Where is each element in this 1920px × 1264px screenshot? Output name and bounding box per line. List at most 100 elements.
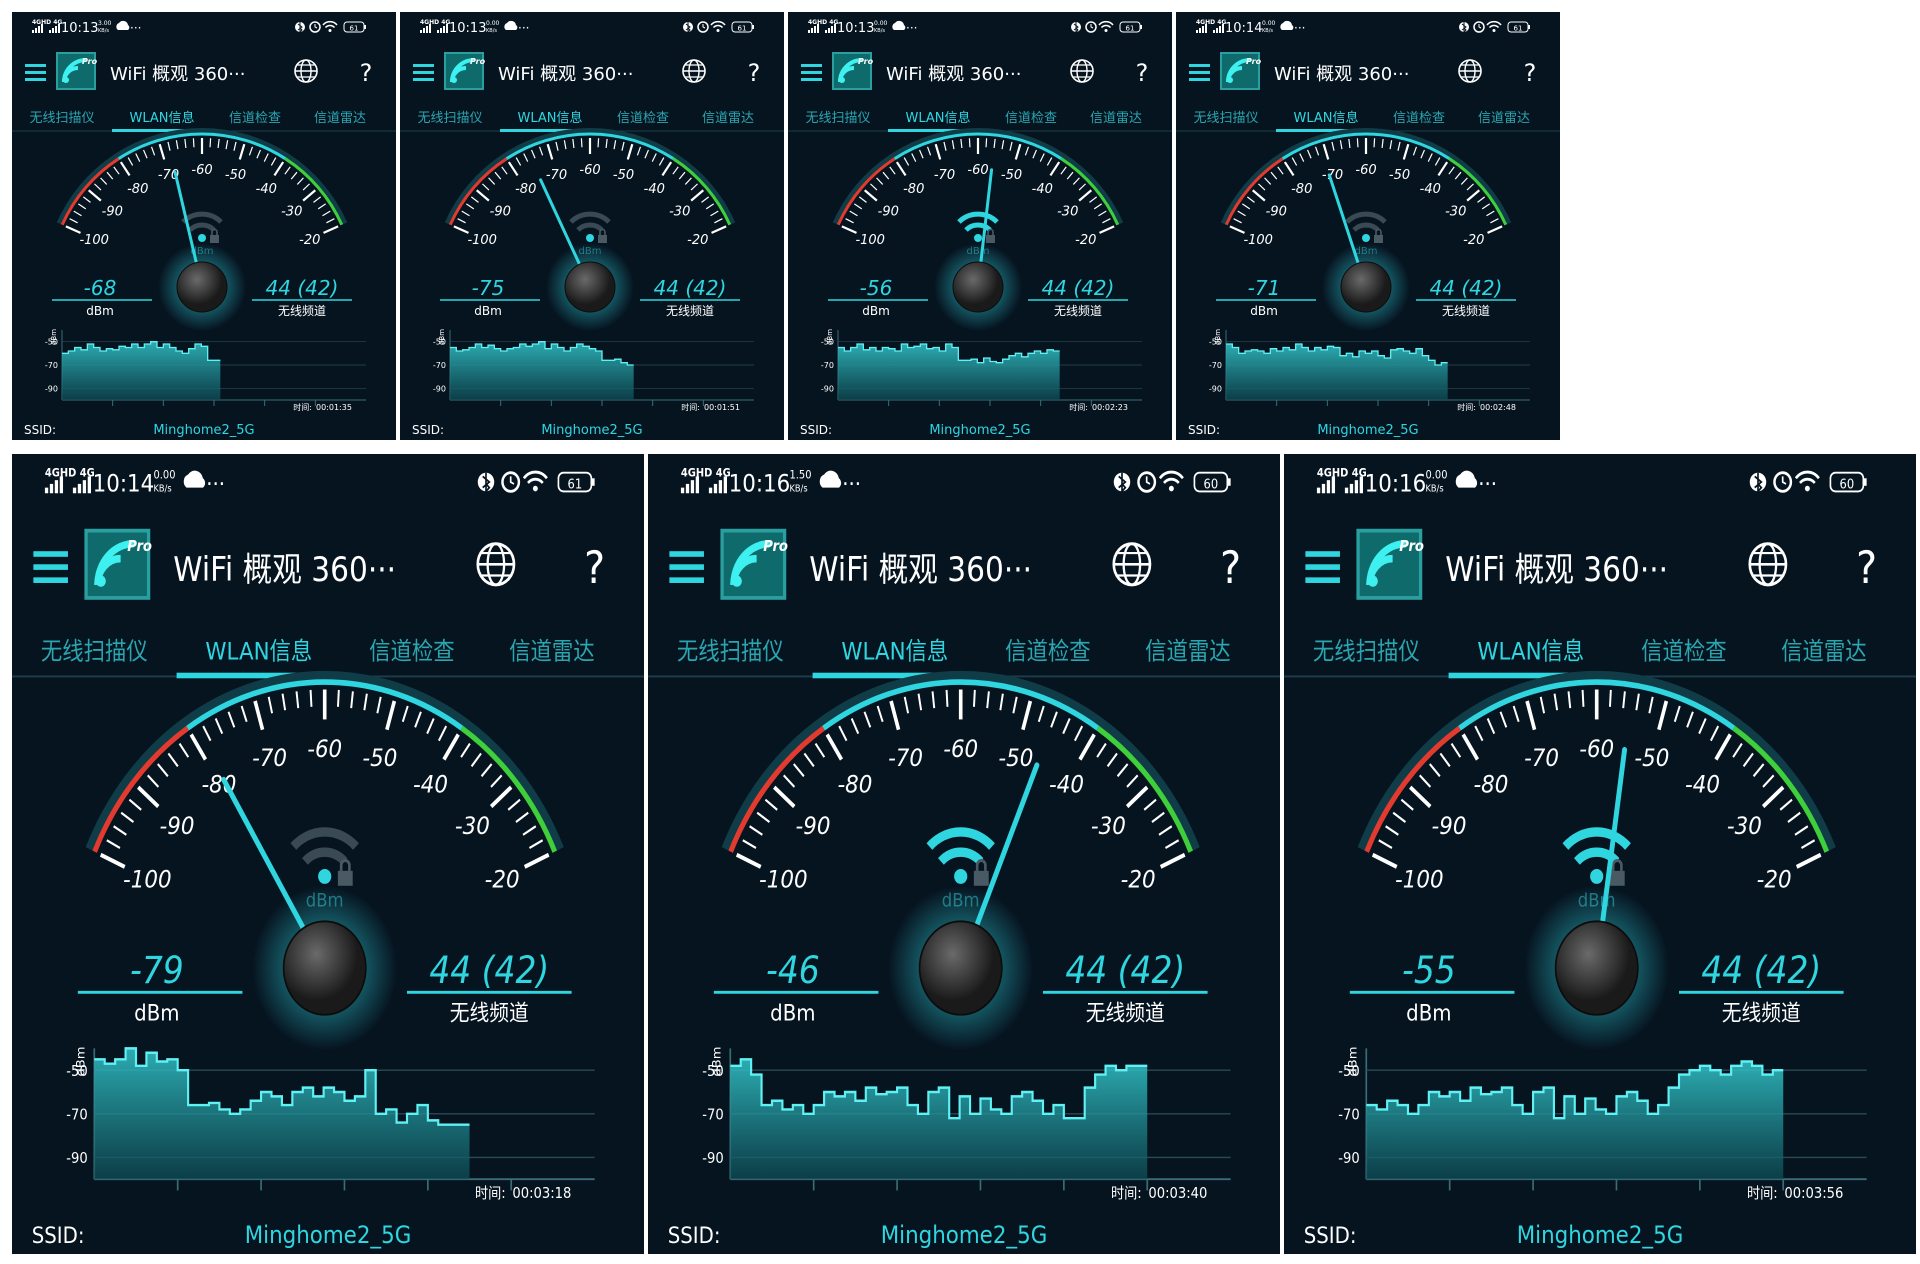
- hamburger-menu-icon[interactable]: [1305, 551, 1340, 583]
- gauge-tick: [184, 138, 187, 148]
- app-title: WiFi 概观 360···: [498, 64, 633, 85]
- gauge-tick: [442, 733, 460, 761]
- tab-3[interactable]: 信道检查: [1005, 111, 1057, 126]
- globe-icon[interactable]: [1112, 542, 1152, 587]
- status-bar: 4GHD 4G10:13 0.00KB/s ··· 61: [808, 19, 1142, 36]
- tab-4[interactable]: 信道雷达: [509, 638, 595, 666]
- gauge-tick: [1241, 203, 1251, 210]
- battery-level: 61: [1126, 25, 1135, 33]
- gauge-tick: [1012, 696, 1018, 714]
- hamburger-menu-icon[interactable]: [413, 64, 434, 81]
- battery-icon: 61: [731, 21, 754, 33]
- gauge-tick: [931, 691, 936, 709]
- tab-1[interactable]: 无线扫描仪: [41, 638, 148, 666]
- tab-2[interactable]: WLAN信息: [129, 110, 194, 126]
- help-button[interactable]: ?: [584, 542, 605, 594]
- tab-3[interactable]: 信道检查: [1393, 111, 1445, 126]
- hamburger-menu-icon[interactable]: [669, 551, 704, 583]
- tab-4[interactable]: 信道雷达: [314, 111, 366, 126]
- tab-3[interactable]: 信道检查: [229, 111, 281, 126]
- tab-3[interactable]: 信道检查: [369, 638, 455, 666]
- more-dots-icon: ···: [1478, 470, 1497, 497]
- tab-4[interactable]: 信道雷达: [1781, 638, 1867, 666]
- gauge-tick: [438, 725, 448, 742]
- gauge-tick: [783, 774, 796, 788]
- gauge-scale-label: -20: [1463, 233, 1484, 248]
- net-speed-unit: KB/s: [486, 28, 497, 34]
- gauge-tick: [1009, 141, 1013, 151]
- tab-4[interactable]: 信道雷达: [1090, 111, 1142, 126]
- help-button[interactable]: ?: [748, 59, 761, 87]
- elapsed-value: 00:02:48: [1480, 403, 1516, 412]
- tab-2[interactable]: WLAN信息: [205, 638, 312, 666]
- gauge-tick: [175, 140, 179, 150]
- help-button[interactable]: ?: [1524, 59, 1537, 87]
- elapsed-value: 00:03:40: [1148, 1185, 1207, 1202]
- gauge-tick: [889, 166, 896, 175]
- gauge-tick: [1525, 700, 1537, 731]
- gauge-tick: [858, 196, 867, 203]
- tab-3[interactable]: 信道检查: [617, 111, 669, 126]
- gauge-tick: [1072, 177, 1080, 185]
- hamburger-menu-icon[interactable]: [25, 64, 46, 81]
- signal-bar-icon: [1349, 483, 1354, 494]
- ssid-row: SSID: Minghome2_5G: [800, 423, 1031, 438]
- gauge-tick: [749, 825, 763, 836]
- gauge-tick: [1078, 733, 1096, 761]
- tab-3[interactable]: 信道检查: [1005, 638, 1091, 666]
- history-tick-label: -70: [1209, 361, 1222, 370]
- signal-bar-icon: [82, 480, 87, 494]
- tab-3[interactable]: 信道检查: [1641, 638, 1727, 666]
- tab-1[interactable]: 无线扫描仪: [29, 111, 94, 126]
- help-button[interactable]: ?: [360, 59, 373, 87]
- help-button[interactable]: ?: [1220, 542, 1241, 594]
- globe-icon[interactable]: [1748, 542, 1788, 587]
- tab-2[interactable]: WLAN信息: [1293, 110, 1358, 126]
- tab-2[interactable]: WLAN信息: [905, 110, 970, 126]
- channel-value: 44 (42): [1701, 949, 1821, 993]
- more-dots-icon: ···: [906, 21, 917, 35]
- hamburger-menu-icon[interactable]: [33, 551, 68, 583]
- tab-4[interactable]: 信道雷达: [702, 111, 754, 126]
- globe-icon[interactable]: [294, 59, 318, 83]
- tab-2[interactable]: WLAN信息: [517, 110, 582, 126]
- signal-bar-icon: [32, 30, 34, 33]
- globe-icon[interactable]: [682, 59, 706, 83]
- tab-1[interactable]: 无线扫描仪: [805, 111, 870, 126]
- screenshot-panel-3: 4GHD 4G 10:13 0.00 KB/s ··· 61 Pro WiFi 概观 360·…: [788, 12, 1172, 440]
- gauge-tick: [1477, 196, 1486, 203]
- signal-bar-icon: [1196, 30, 1198, 33]
- tab-4[interactable]: 信道雷达: [1478, 111, 1530, 126]
- help-button[interactable]: ?: [1136, 59, 1149, 87]
- hamburger-menu-icon[interactable]: [1189, 64, 1210, 81]
- globe-icon[interactable]: [1458, 59, 1482, 83]
- globe-icon[interactable]: [1070, 59, 1094, 83]
- clock-time: 10:13: [449, 21, 486, 36]
- gauge-tick: [838, 725, 848, 742]
- tab-1[interactable]: 无线扫描仪: [1313, 638, 1420, 666]
- tab-1[interactable]: 无线扫描仪: [1193, 111, 1258, 126]
- cloud-icon: [892, 20, 906, 30]
- help-button[interactable]: ?: [1856, 542, 1877, 594]
- channel-label: 无线频道: [1722, 999, 1801, 1026]
- tab-2[interactable]: WLAN信息: [841, 638, 948, 666]
- globe-icon[interactable]: [476, 542, 516, 587]
- gauge-scale-label: -30: [1091, 813, 1126, 841]
- gauge-tick: [1371, 852, 1398, 869]
- gauge-tick: [137, 785, 160, 809]
- tab-4[interactable]: 信道雷达: [1145, 638, 1231, 666]
- app-title: WiFi 概观 360···: [809, 551, 1032, 589]
- gauge-tick: [1686, 711, 1694, 728]
- gauge-tick: [1264, 177, 1272, 185]
- panel-canvas: 4GHD 4G10:13 0.00KB/s ··· 61 Pro WiFi 概观 360·…: [788, 19, 1172, 438]
- ssid-label: SSID:: [668, 1222, 721, 1249]
- elapsed-label: 时间:: [1747, 1185, 1778, 1202]
- hamburger-menu-icon[interactable]: [801, 64, 822, 81]
- tab-2[interactable]: WLAN信息: [1477, 638, 1584, 666]
- tab-1[interactable]: 无线扫描仪: [417, 111, 482, 126]
- ssid-value: Minghome2_5G: [153, 423, 254, 438]
- gauge-tick: [453, 225, 469, 234]
- pro-badge: Pro: [858, 57, 874, 66]
- gauge-tick: [1801, 839, 1816, 849]
- tab-1[interactable]: 无线扫描仪: [677, 638, 784, 666]
